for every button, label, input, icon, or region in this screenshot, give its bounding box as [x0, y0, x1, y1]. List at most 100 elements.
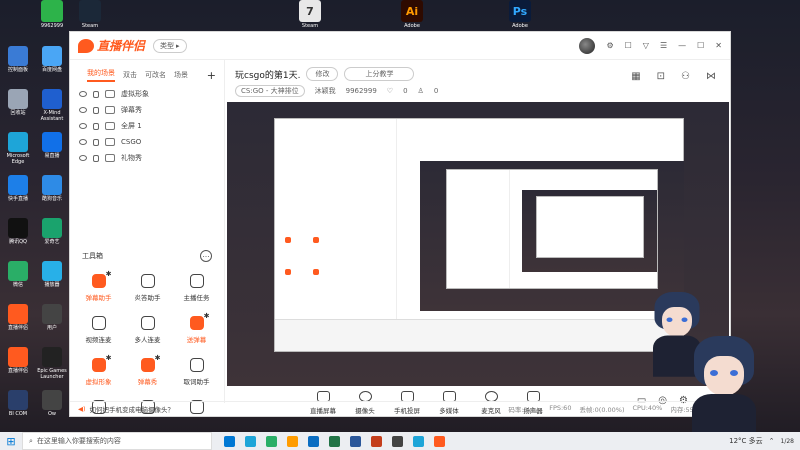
taskbar-search[interactable]: ⌕ 在这里输入你要搜索的内容: [22, 432, 212, 450]
add-scene-button[interactable]: +: [207, 69, 216, 82]
more-tools-button[interactable]: …: [200, 250, 212, 262]
desktop-shortcut[interactable]: Bl COM: [2, 390, 34, 417]
source-item[interactable]: 礼物秀: [70, 150, 224, 166]
help-tip[interactable]: ◀) 如何把手机变成电脑摄像头？: [70, 404, 174, 414]
share-icon[interactable]: ⋈: [706, 71, 716, 82]
eye-icon[interactable]: [79, 123, 87, 129]
lock-icon[interactable]: [93, 122, 99, 130]
gift-icon[interactable]: ⚇: [681, 71, 690, 82]
edit-title-button[interactable]: 修改: [306, 67, 339, 81]
maximize-button[interactable]: ☐: [697, 41, 704, 50]
tab-scene[interactable]: 场景: [174, 70, 188, 80]
taskbar-app-icon[interactable]: [392, 435, 403, 447]
tool-icon: [91, 316, 106, 330]
taskbar-app-icon[interactable]: [224, 435, 235, 447]
source-item[interactable]: CSGO: [70, 134, 224, 150]
desktop-shortcut[interactable]: Microsoft Edge: [2, 132, 34, 165]
desktop-shortcut[interactable]: Ow: [36, 390, 68, 417]
desktop-shortcut[interactable]: 直播伴侣: [2, 347, 34, 374]
tag-button[interactable]: 上分教学: [344, 67, 415, 81]
tool-item[interactable]: 视频连麦: [74, 316, 123, 344]
start-button[interactable]: ⊞: [0, 435, 22, 448]
stream-preview[interactable]: [227, 102, 729, 386]
tool-item[interactable]: ✱ 送弹幕: [172, 312, 221, 344]
tool-item[interactable]: ✱ 虚拟形象: [74, 354, 123, 386]
menu-icon[interactable]: ☰: [660, 41, 667, 50]
eye-icon[interactable]: [79, 91, 87, 97]
app-icon: [41, 0, 63, 22]
taskbar-app-icon[interactable]: [287, 435, 298, 447]
taskbar-app-icon[interactable]: [245, 435, 256, 447]
desktop-shortcut[interactable]: 百度网盘: [36, 46, 68, 73]
lock-icon[interactable]: [93, 106, 99, 114]
desktop-shortcut-label: 微信: [12, 282, 23, 288]
lock-icon[interactable]: [93, 154, 99, 162]
desktop-shortcut[interactable]: 播放器: [36, 261, 68, 288]
chevron-up-icon[interactable]: ⌃: [769, 437, 775, 445]
app-icon: [42, 46, 62, 66]
close-button[interactable]: ✕: [715, 41, 722, 50]
desktop-shortcut[interactable]: 9962999: [34, 0, 70, 29]
eye-icon[interactable]: [79, 107, 87, 113]
desktop-shortcut[interactable]: 微信: [2, 261, 34, 288]
source-item[interactable]: 弹幕秀: [70, 102, 224, 118]
desktop-shortcut[interactable]: 易直播: [36, 132, 68, 159]
desktop-shortcut[interactable]: 快手直播: [2, 175, 34, 202]
desktop-shortcut[interactable]: 直播伴侣: [2, 304, 34, 331]
taskbar-app-icon[interactable]: [308, 435, 319, 447]
minimize-button[interactable]: —: [678, 41, 686, 50]
desktop-shortcut[interactable]: Ps Adobe: [502, 0, 538, 29]
taskbar-app-icon[interactable]: [413, 435, 424, 447]
eye-icon[interactable]: [79, 139, 87, 145]
tool-item[interactable]: 炎答助手: [123, 274, 172, 302]
notice-icon[interactable]: ⚙: [606, 41, 613, 50]
shirt-icon[interactable]: ▽: [643, 41, 649, 50]
tool-item[interactable]: 取词助手: [172, 358, 221, 386]
tab-double-click[interactable]: 双击: [123, 70, 137, 80]
type-button[interactable]: 类型 ▸: [153, 38, 187, 53]
taskbar-app-icon[interactable]: [434, 435, 445, 447]
source-item[interactable]: 全屏 1: [70, 118, 224, 134]
gear-icon[interactable]: ✱: [155, 354, 161, 362]
lock-icon[interactable]: [93, 138, 99, 146]
eye-icon[interactable]: [79, 155, 87, 161]
desktop-shortcut[interactable]: 腾讯QQ: [2, 218, 34, 245]
tool-item[interactable]: ✱ 弹幕助手: [74, 270, 123, 302]
source-list: 虚拟形象 弹幕秀 全屏 1 CSGO 礼物秀: [70, 86, 224, 166]
tab-rename[interactable]: 可改名: [145, 70, 166, 80]
desktop-shortcut[interactable]: 用户: [36, 304, 68, 331]
desktop-shortcut[interactable]: Epic Games Launcher: [36, 347, 68, 380]
desktop-shortcut[interactable]: Steam: [72, 0, 108, 29]
tab-my-scenes[interactable]: 我的场景: [87, 68, 115, 82]
clock[interactable]: 1/28: [781, 438, 794, 445]
desktop-shortcut[interactable]: 控制面板: [2, 46, 34, 73]
desktop-shortcut[interactable]: 回收站: [2, 89, 34, 116]
app-icon: [8, 132, 28, 152]
gear-icon[interactable]: ✱: [106, 354, 112, 362]
tool-item[interactable]: 主播任务: [172, 274, 221, 302]
tool-item[interactable]: ✱ 弹幕秀: [123, 354, 172, 386]
layout-icon[interactable]: ▦: [631, 71, 640, 82]
user-avatar[interactable]: [579, 37, 596, 54]
category-badge[interactable]: CS:GO - 大神排位: [235, 85, 305, 97]
source-item[interactable]: 虚拟形象: [70, 86, 224, 102]
settings-icon[interactable]: ☐: [625, 41, 632, 50]
desktop-shortcut-label: 易直播: [44, 153, 60, 159]
taskbar-app-icon[interactable]: [371, 435, 382, 447]
taskbar-app-icon[interactable]: [329, 435, 340, 447]
titlebar: 直播伴侣 类型 ▸ ⚙ ☐ ▽ ☰ — ☐ ✕: [70, 32, 730, 60]
desktop-shortcut[interactable]: Ai Adobe: [394, 0, 430, 29]
gear-icon[interactable]: ✱: [106, 270, 112, 278]
desktop-shortcut-label: Epic Games Launcher: [37, 368, 67, 380]
lock-icon[interactable]: [93, 90, 99, 98]
desktop-shortcut[interactable]: 酷狗音乐: [36, 175, 68, 202]
desktop-shortcut[interactable]: 爱奇艺: [36, 218, 68, 245]
taskbar-app-icon[interactable]: [350, 435, 361, 447]
desktop-shortcut[interactable]: 7 Steam: [292, 0, 328, 29]
gear-icon[interactable]: ✱: [204, 312, 210, 320]
screenshot-icon[interactable]: ⊡: [657, 71, 665, 82]
weather-widget[interactable]: 12°C 多云: [729, 436, 763, 446]
taskbar-app-icon[interactable]: [266, 435, 277, 447]
tool-item[interactable]: 多人连麦: [123, 316, 172, 344]
desktop-shortcut[interactable]: X-Mind Assistant: [36, 89, 68, 122]
